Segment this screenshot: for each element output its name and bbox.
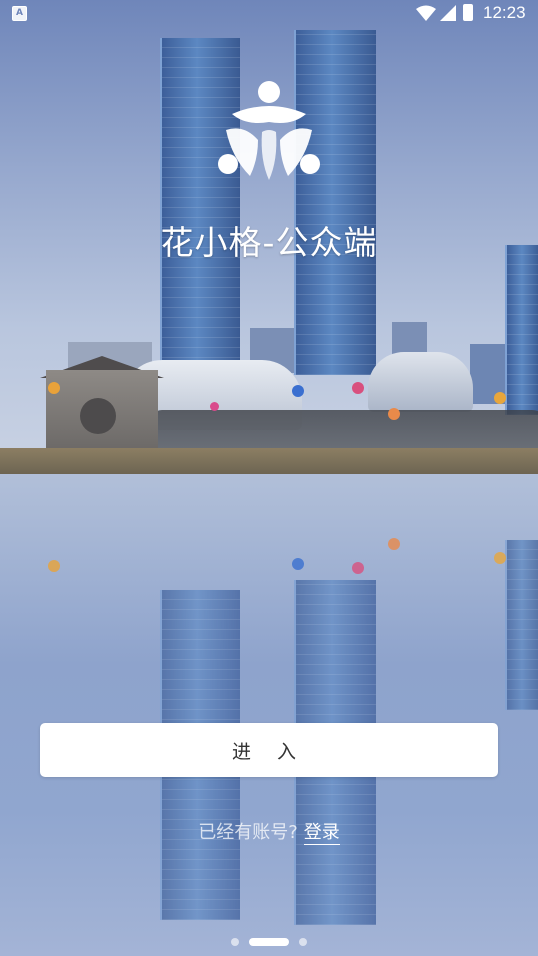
wifi-icon [416, 5, 436, 21]
house-arch [80, 398, 116, 434]
lantern-ball [210, 402, 219, 411]
lake-shore [0, 448, 538, 474]
status-time: 12:23 [483, 3, 526, 22]
lantern-ball [388, 408, 400, 420]
page-dot[interactable] [231, 938, 239, 946]
login-link[interactable]: 登录 [303, 822, 340, 845]
lake-reflection [0, 470, 538, 956]
lantern-ball [494, 392, 506, 404]
page-dot[interactable] [299, 938, 307, 946]
lantern-reflection [48, 560, 60, 572]
enter-button[interactable]: 进 入 [40, 723, 498, 777]
side-tower-reflection [505, 540, 538, 710]
login-row: 已经有账号? 登录 [0, 818, 538, 845]
app-title: 花小格-公众端 [160, 223, 378, 262]
login-prompt: 已经有账号? [198, 822, 298, 843]
lantern-reflection [494, 552, 506, 564]
lantern-ball [352, 382, 364, 394]
page-indicator [0, 937, 538, 947]
page-dot-active[interactable] [249, 938, 289, 946]
side-tower [505, 245, 538, 415]
status-bar: A 12:23 [0, 0, 538, 28]
lantern-reflection [388, 538, 400, 550]
flower-people-logo [218, 81, 320, 180]
lantern-ball [292, 385, 304, 397]
lantern-reflection [292, 558, 304, 570]
stadium-dome [368, 352, 473, 412]
battery-icon [463, 4, 473, 21]
app-notification-icon: A [12, 6, 27, 21]
lantern-ball [48, 382, 60, 394]
splash-screen: A 12:23 花小格-公众端 进 入 已经有账号? 登录 [0, 0, 538, 956]
signal-icon [440, 5, 456, 21]
lantern-reflection [352, 562, 364, 574]
